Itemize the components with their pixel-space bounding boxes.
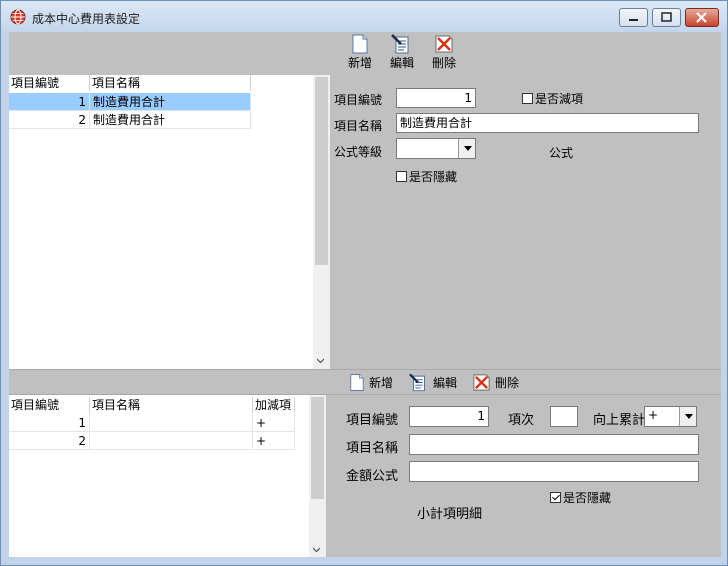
table-row[interactable]: 2 制造費用合計 bbox=[9, 111, 251, 129]
cumulative-select[interactable]: + bbox=[644, 406, 697, 427]
new-document-icon bbox=[350, 374, 364, 391]
item-no-label: 項目編號 bbox=[334, 93, 383, 107]
bottom-grid-scrollbar[interactable] bbox=[309, 395, 326, 557]
top-grid-scrollbar[interactable] bbox=[313, 75, 330, 369]
bottom-delete-button[interactable]: 刪除 bbox=[472, 373, 519, 392]
maximize-icon bbox=[661, 12, 672, 22]
title-bar[interactable]: 成本中心費用表設定 bbox=[1, 1, 727, 32]
scroll-thumb[interactable] bbox=[311, 397, 324, 499]
client-area: 新增 編輯 刪除 項目編號 項目名稱 1 制造費用合計 2 制造費用合計 項目編… bbox=[9, 32, 721, 557]
column-header-item-name[interactable]: 項目名稱 bbox=[90, 397, 253, 413]
seq-label: 項次 bbox=[508, 413, 535, 428]
top-form-panel: 項目編號 1 是否減項 項目名稱 制造費用合計 公式等級 公式 是否隱藏 bbox=[330, 75, 721, 369]
edit-document-icon bbox=[409, 373, 425, 392]
formula-level-label: 公式等級 bbox=[334, 145, 383, 159]
window-title: 成本中心費用表設定 bbox=[32, 12, 141, 26]
scroll-thumb[interactable] bbox=[315, 77, 328, 265]
cumulative-label: 向上累計 bbox=[593, 413, 646, 428]
is-hidden-checkbox[interactable]: 是否隱藏 bbox=[396, 168, 457, 185]
delete-icon bbox=[473, 374, 490, 391]
scroll-down-icon[interactable] bbox=[313, 546, 320, 553]
column-header-item-no[interactable]: 項目編號 bbox=[9, 397, 90, 413]
item-name-label: 項目名稱 bbox=[334, 119, 383, 133]
bottom-add-button[interactable]: 新增 bbox=[349, 373, 393, 392]
formula-level-select[interactable] bbox=[396, 138, 476, 159]
minimize-button[interactable] bbox=[619, 8, 648, 27]
top-delete-button[interactable]: 刪除 bbox=[431, 34, 457, 71]
delete-icon bbox=[435, 35, 453, 53]
checkmark-icon bbox=[550, 492, 561, 503]
table-row[interactable]: 1 制造費用合計 bbox=[9, 93, 251, 111]
minimize-icon bbox=[629, 19, 638, 21]
close-icon bbox=[696, 12, 707, 23]
chevron-down-icon[interactable] bbox=[679, 407, 696, 426]
bottom-form-panel: 項目編號 1 項次 向上累計 + 項目名稱 金額公式 是否隱藏 小計項明細 bbox=[326, 395, 721, 557]
item-name-label: 項目名稱 bbox=[346, 441, 399, 456]
is-hidden-checkbox[interactable]: 是否隱藏 bbox=[550, 489, 611, 506]
close-button[interactable] bbox=[685, 8, 719, 27]
seq-input[interactable] bbox=[550, 406, 578, 427]
column-header-item-name[interactable]: 項目名稱 bbox=[90, 75, 251, 91]
top-toolbar: 新增 編輯 刪除 bbox=[9, 32, 721, 75]
column-header-sign[interactable]: 加減項 bbox=[253, 397, 295, 413]
item-name-input[interactable] bbox=[409, 434, 699, 455]
top-item-grid[interactable]: 項目編號 項目名稱 1 制造費用合計 2 制造費用合計 bbox=[9, 75, 330, 369]
bottom-edit-button[interactable]: 編輯 bbox=[409, 373, 457, 392]
table-row[interactable]: 1 + bbox=[9, 414, 295, 432]
top-edit-button[interactable]: 編輯 bbox=[389, 34, 415, 71]
table-row[interactable]: 2 + bbox=[9, 432, 295, 450]
top-add-button[interactable]: 新增 bbox=[347, 34, 373, 71]
scroll-down-icon[interactable] bbox=[317, 357, 324, 364]
main-window: 成本中心費用表設定 新增 編輯 刪除 項目編號 項目名稱 1 制造費用合計 2 … bbox=[0, 0, 728, 566]
bottom-toolbar: 新增 編輯 刪除 bbox=[9, 369, 721, 395]
formula-label: 公式 bbox=[549, 146, 574, 160]
is-deduct-checkbox[interactable]: 是否減項 bbox=[522, 90, 583, 107]
amount-formula-input[interactable] bbox=[409, 461, 699, 482]
item-no-input[interactable]: 1 bbox=[409, 406, 489, 427]
column-header-item-no[interactable]: 項目編號 bbox=[9, 75, 90, 91]
maximize-button[interactable] bbox=[652, 8, 681, 27]
subtotal-detail-label: 小計項明細 bbox=[417, 507, 483, 522]
new-document-icon bbox=[352, 34, 368, 54]
globe-icon bbox=[10, 9, 26, 25]
bottom-item-grid[interactable]: 項目編號 項目名稱 加減項 1 + 2 + bbox=[9, 395, 326, 557]
item-no-input[interactable]: 1 bbox=[396, 88, 476, 108]
chevron-down-icon[interactable] bbox=[458, 139, 475, 158]
amount-formula-label: 金額公式 bbox=[346, 469, 399, 484]
item-no-label: 項目編號 bbox=[346, 413, 399, 428]
item-name-input[interactable]: 制造費用合計 bbox=[396, 113, 699, 133]
edit-document-icon bbox=[391, 34, 409, 54]
